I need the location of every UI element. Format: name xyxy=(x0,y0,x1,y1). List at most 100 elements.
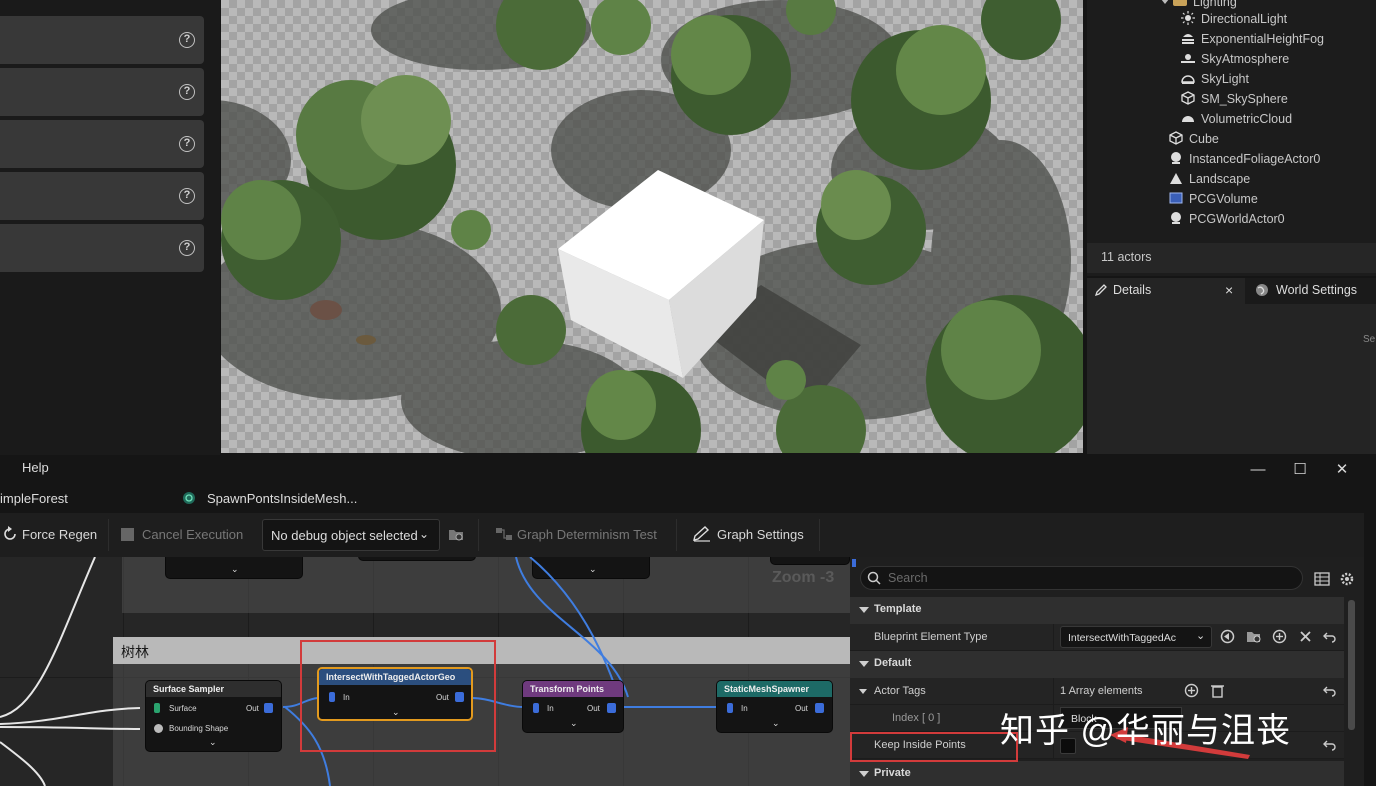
gear-icon[interactable] xyxy=(1339,571,1355,587)
pin-label: Bounding Shape xyxy=(169,724,229,733)
property-name: Actor Tags xyxy=(874,685,926,697)
outliner-item-fog[interactable]: ExponentialHeightFog xyxy=(1181,29,1324,49)
tab-details[interactable]: Details × xyxy=(1087,278,1245,304)
blueprint-type-select[interactable]: IntersectWithTaggedAc ⌄ xyxy=(1060,626,1212,648)
outliner-item-skyatmosphere[interactable]: SkyAtmosphere xyxy=(1181,49,1289,69)
browse-folder-icon[interactable] xyxy=(1246,629,1261,647)
collapse-arrow-icon[interactable] xyxy=(859,771,869,777)
tab-world-settings[interactable]: World Settings xyxy=(1253,278,1376,304)
graph-settings-button[interactable]: Graph Settings xyxy=(692,525,804,545)
window-title-bar: Help — ☐ ✕ xyxy=(0,455,1376,485)
table-view-icon[interactable] xyxy=(1314,571,1330,587)
help-icon[interactable]: ? xyxy=(179,188,195,204)
clear-icon[interactable] xyxy=(1298,629,1313,647)
help-row[interactable]: ? xyxy=(0,68,204,116)
help-icon[interactable]: ? xyxy=(179,32,195,48)
collapse-arrow-icon[interactable] xyxy=(859,661,869,667)
level-viewport[interactable] xyxy=(221,0,1083,453)
outliner-item-pcgworldactor[interactable]: PCGWorldActor0 xyxy=(1169,209,1285,229)
details-scrollbar[interactable] xyxy=(1344,597,1364,786)
debug-object-select[interactable]: No debug object selected ⌄ xyxy=(262,519,440,551)
graph-determinism-button[interactable]: Graph Determinism Test xyxy=(495,525,657,545)
toolbar-divider xyxy=(108,519,109,551)
details-search-input[interactable]: Search xyxy=(860,566,1303,590)
stop-icon xyxy=(121,528,134,541)
expand-arrow-icon[interactable] xyxy=(1161,0,1169,4)
node-transform-points[interactable]: Transform Points In Out ⌄ xyxy=(522,680,624,733)
settings-pencil-icon xyxy=(692,526,712,542)
force-regen-button[interactable]: Force Regen xyxy=(2,525,97,545)
panel-accent xyxy=(852,559,856,567)
pcg-graph-canvas[interactable]: ⌄ ⌄ Zoom -3 树林 Surface Sampler Surface B… xyxy=(0,557,850,786)
help-icon[interactable]: ? xyxy=(179,84,195,100)
pcg-graph-icon xyxy=(182,491,196,505)
node-static-mesh-spawner[interactable]: StaticMeshSpawner In Out ⌄ xyxy=(716,680,833,733)
outliner-item-label: Cube xyxy=(1189,132,1219,146)
outliner-item-cube[interactable]: Cube xyxy=(1169,129,1219,149)
chevron-down-icon[interactable]: ⌄ xyxy=(570,718,578,729)
outliner-item-volumetriccloud[interactable]: VolumetricCloud xyxy=(1181,109,1292,129)
in-pin-icon[interactable] xyxy=(727,703,733,713)
blueprint-type-value: IntersectWithTaggedAc xyxy=(1068,632,1176,644)
chevron-down-icon[interactable]: ⌄ xyxy=(209,737,217,748)
add-icon[interactable] xyxy=(1272,629,1287,647)
section-template[interactable]: Template xyxy=(850,597,1344,624)
minimize-button[interactable]: — xyxy=(1238,455,1278,485)
static-mesh-icon xyxy=(1169,131,1183,145)
expand-arrow-icon[interactable] xyxy=(859,689,867,694)
pencil-icon xyxy=(1094,283,1108,297)
section-private[interactable]: Private xyxy=(850,761,1344,786)
browse-folder-icon[interactable] xyxy=(448,527,464,543)
out-pin-icon[interactable] xyxy=(264,703,273,713)
wire xyxy=(0,726,141,730)
globe-icon xyxy=(1255,283,1269,297)
trash-icon[interactable] xyxy=(1210,683,1225,701)
property-name: Index [ 0 ] xyxy=(892,712,941,724)
node-surface-sampler[interactable]: Surface Sampler Surface Bounding Shape O… xyxy=(145,680,282,752)
wire xyxy=(0,741,46,786)
chevron-down-icon[interactable]: ⌄ xyxy=(772,718,780,729)
outliner-item-directionallight[interactable]: DirectionalLight xyxy=(1181,9,1287,29)
close-icon[interactable]: × xyxy=(1225,282,1233,298)
outliner-item-landscape[interactable]: Landscape xyxy=(1169,169,1250,189)
menu-help[interactable]: Help xyxy=(22,460,49,475)
section-default[interactable]: Default xyxy=(850,651,1344,678)
details-area: Se xyxy=(1087,304,1376,454)
reset-arrow-icon[interactable] xyxy=(1322,683,1337,701)
bounding-shape-pin-icon[interactable] xyxy=(154,724,163,733)
close-window-button[interactable]: ✕ xyxy=(1322,455,1362,485)
outliner-item-label: DirectionalLight xyxy=(1201,12,1288,26)
outliner-item-foliage[interactable]: InstancedFoliageActor0 xyxy=(1169,149,1320,169)
outliner-item-sm-skysphere[interactable]: SM_SkySphere xyxy=(1181,89,1288,109)
outliner-item-pcgvolume[interactable]: PCGVolume xyxy=(1169,189,1258,209)
cancel-execution-button[interactable]: Cancel Execution xyxy=(121,525,243,545)
maximize-button[interactable]: ☐ xyxy=(1280,455,1320,485)
add-element-icon[interactable] xyxy=(1184,683,1199,701)
help-row[interactable]: ? xyxy=(0,172,204,220)
help-icon[interactable]: ? xyxy=(179,136,195,152)
skylight-icon xyxy=(1181,71,1195,85)
pcg-toolbar: Force Regen Cancel Execution No debug ob… xyxy=(0,513,1364,557)
out-pin-icon[interactable] xyxy=(815,703,824,713)
force-regen-label: Force Regen xyxy=(22,527,98,542)
reset-arrow-icon[interactable] xyxy=(1322,737,1337,755)
determinism-icon xyxy=(495,526,513,542)
tab-spawnpontsinsidemesh[interactable]: SpawnPontsInsideMesh... xyxy=(207,491,357,506)
surface-pin-icon[interactable] xyxy=(154,703,160,713)
help-row[interactable]: ? xyxy=(0,224,204,272)
help-icon[interactable]: ? xyxy=(179,240,195,256)
reset-arrow-icon[interactable] xyxy=(1322,629,1337,647)
node-title: StaticMeshSpawner xyxy=(717,681,832,697)
in-pin-icon[interactable] xyxy=(533,703,539,713)
viewport-scene xyxy=(221,0,1083,453)
collapse-arrow-icon[interactable] xyxy=(859,607,869,613)
help-row[interactable]: ? xyxy=(0,120,204,168)
outliner-item-skylight[interactable]: SkyLight xyxy=(1181,69,1249,89)
scrollbar-thumb[interactable] xyxy=(1348,600,1355,730)
out-pin-icon[interactable] xyxy=(607,703,616,713)
help-row[interactable]: ? xyxy=(0,16,204,64)
tab-simpleforest[interactable]: impleForest xyxy=(0,491,68,506)
use-selected-icon[interactable] xyxy=(1220,629,1235,647)
column-divider[interactable] xyxy=(1053,624,1054,651)
column-divider[interactable] xyxy=(1053,678,1054,705)
